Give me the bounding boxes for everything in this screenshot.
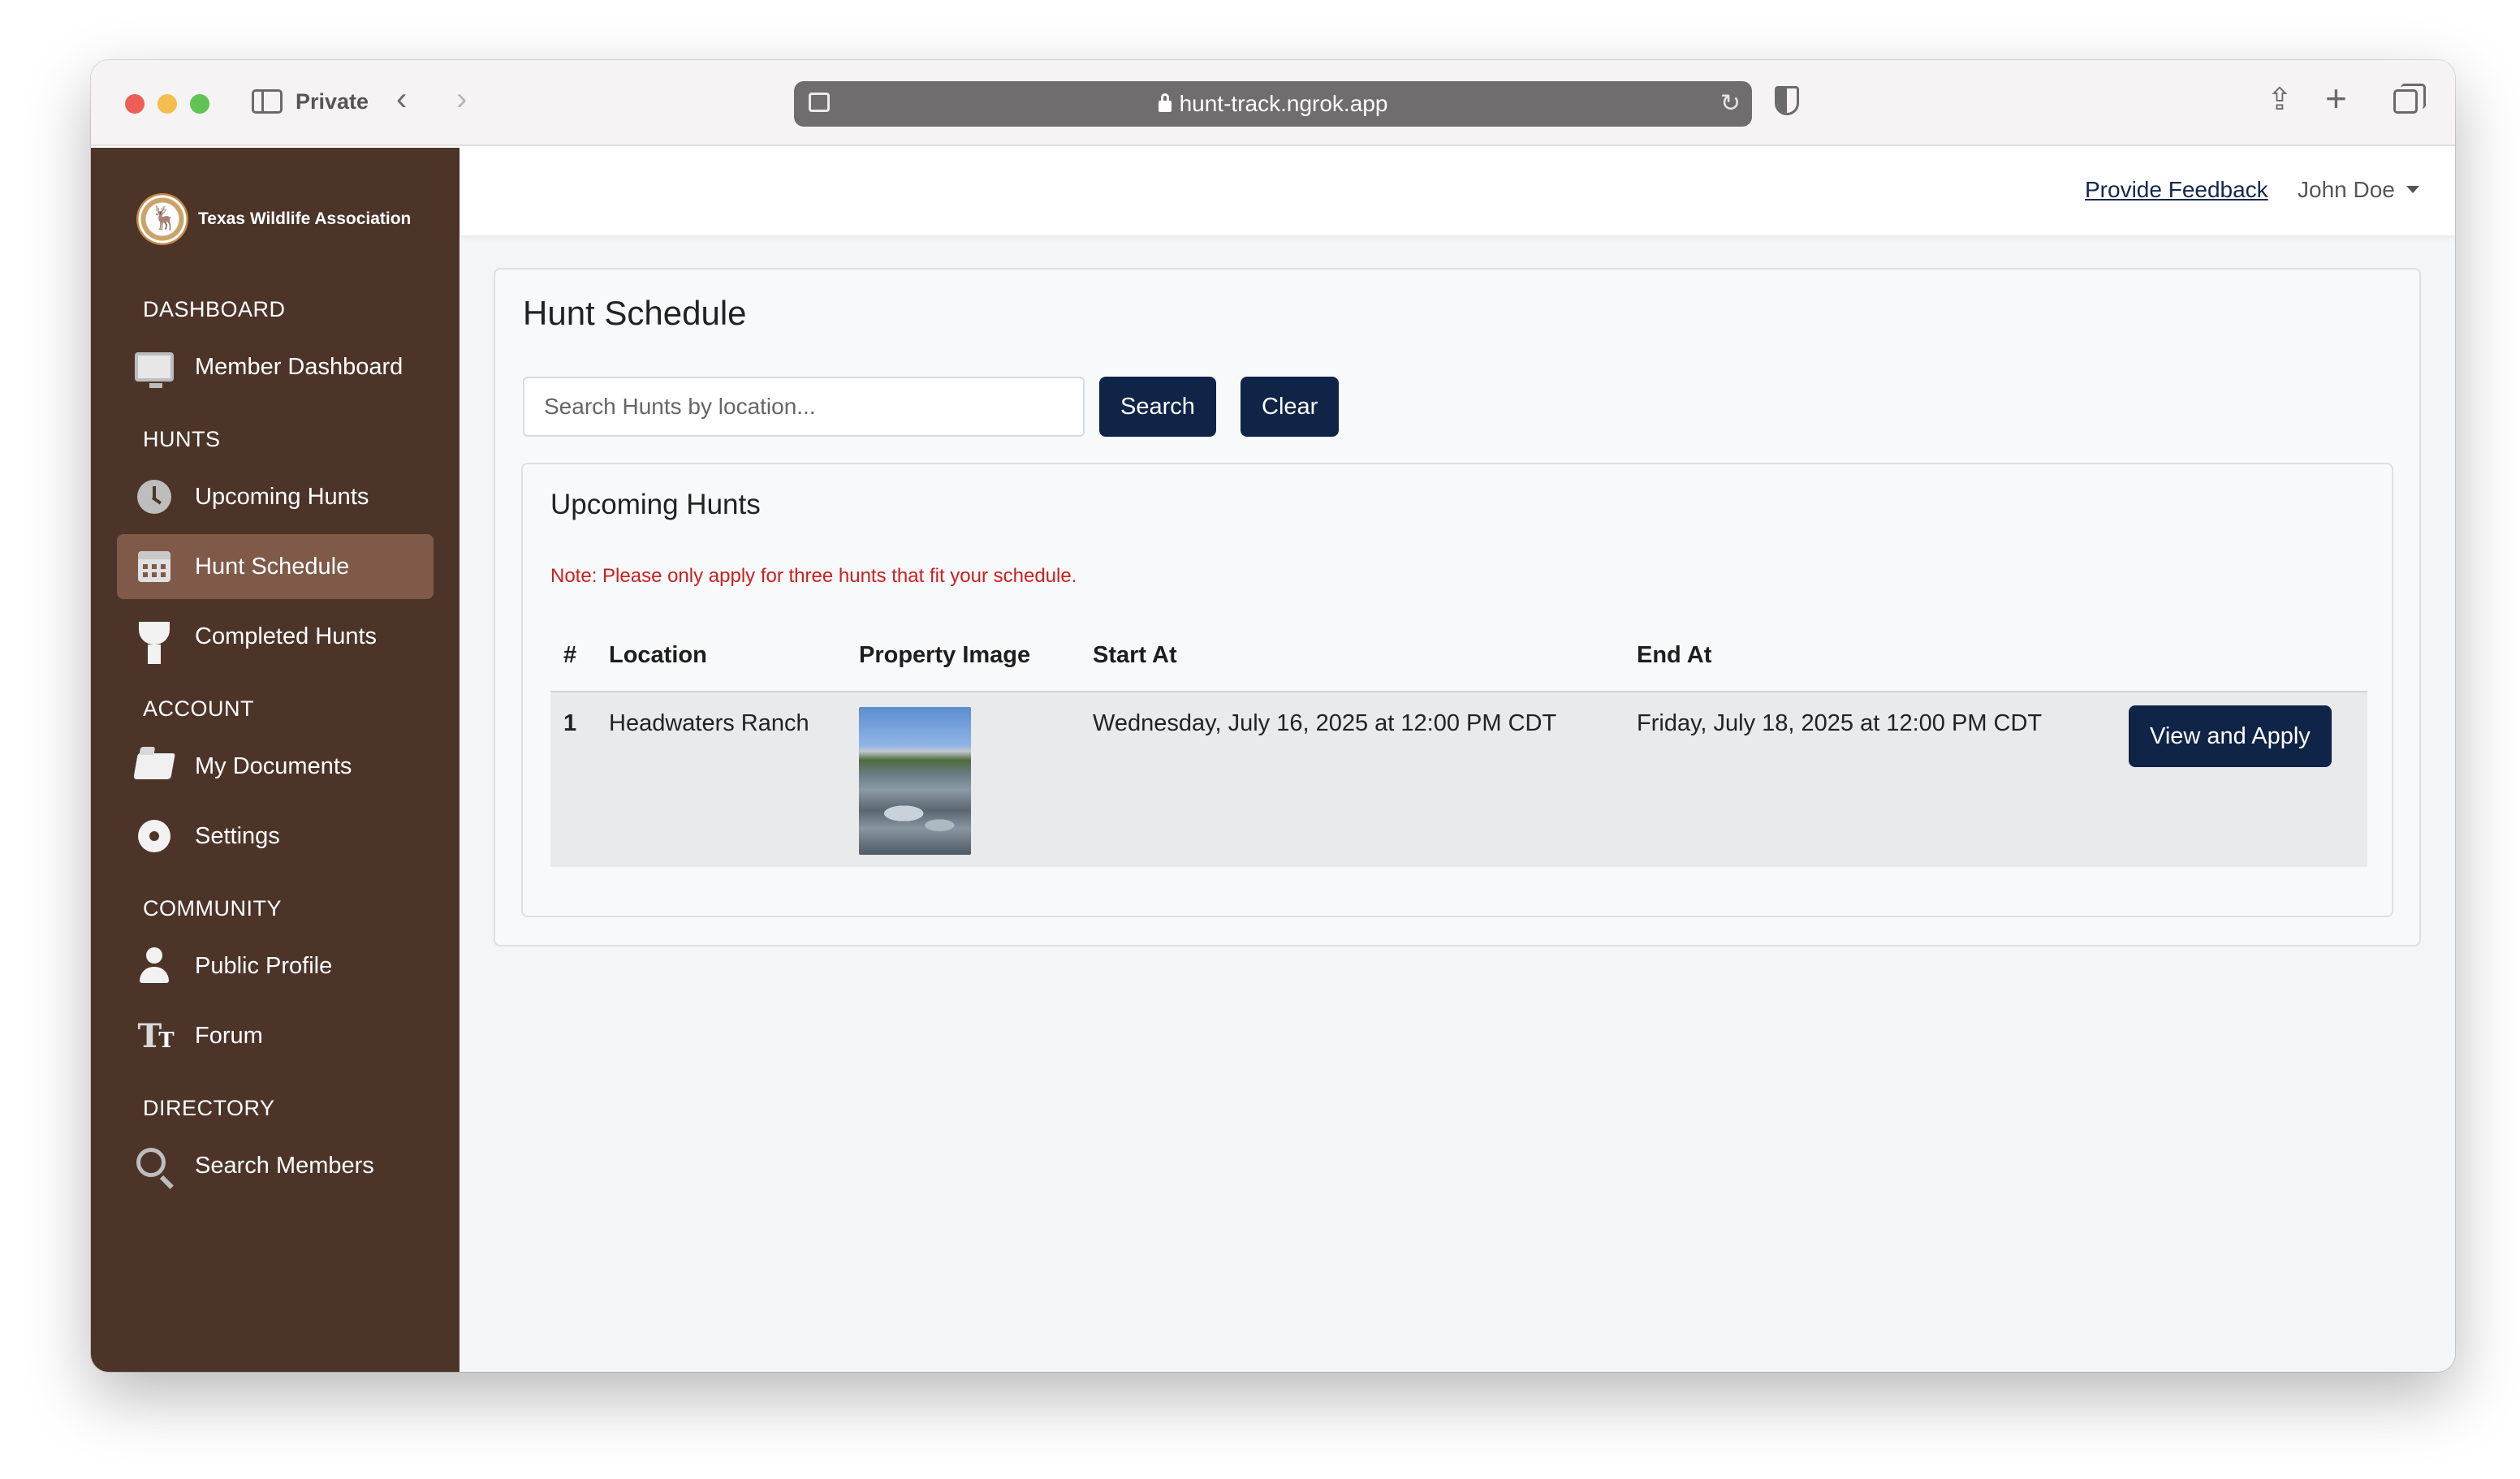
row-start-at: Wednesday, July 16, 2025 at 12:00 PM CDT bbox=[1093, 692, 1637, 867]
app-sidebar: Texas Wildlife Association DASHBOARD Mem… bbox=[91, 148, 460, 1372]
sidebar-item-hunt-schedule[interactable]: Hunt Schedule bbox=[117, 534, 434, 599]
sidebar-item-label: Search Members bbox=[195, 1152, 374, 1179]
section-header-hunts: HUNTS bbox=[143, 427, 221, 451]
sidebar-item-label: Settings bbox=[195, 822, 280, 849]
lock-icon bbox=[1158, 93, 1172, 112]
folder-icon bbox=[133, 747, 175, 786]
page-title: Hunt Schedule bbox=[523, 294, 747, 332]
top-navbar: Provide Feedback John Doe bbox=[461, 148, 2455, 235]
clear-button[interactable]: Clear bbox=[1241, 377, 1340, 437]
sidebar-item-label: Forum bbox=[195, 1022, 263, 1049]
column-header-start-at: Start At bbox=[1093, 620, 1637, 692]
minimize-window-button[interactable] bbox=[158, 94, 177, 114]
browser-window: Private ‹ › hunt-track.ngrok.app ↻ ⇪ + T… bbox=[91, 60, 2455, 1372]
clock-icon bbox=[135, 477, 174, 516]
row-action-cell: View and Apply bbox=[2112, 692, 2367, 867]
column-header-end-at: End At bbox=[1637, 620, 2112, 692]
private-label: Private bbox=[296, 89, 369, 114]
sidebar-item-my-documents[interactable]: My Documents bbox=[117, 734, 434, 799]
sidebar-item-public-profile[interactable]: Public Profile bbox=[117, 934, 434, 998]
brand-name: Texas Wildlife Association bbox=[198, 209, 412, 228]
section-header-dashboard: DASHBOARD bbox=[143, 297, 286, 321]
user-name: John Doe bbox=[2298, 177, 2395, 202]
column-header-action bbox=[2112, 620, 2367, 692]
row-property-image-cell bbox=[859, 692, 1093, 867]
trophy-icon bbox=[135, 617, 174, 664]
section-header-directory: DIRECTORY bbox=[143, 1096, 275, 1120]
monitor-icon bbox=[135, 347, 174, 388]
search-icon bbox=[135, 1146, 174, 1185]
text-size-icon: TT bbox=[137, 1016, 174, 1055]
forward-arrow-icon[interactable]: › bbox=[456, 81, 467, 118]
hunt-schedule-card: Hunt Schedule Search Clear Upcoming Hunt… bbox=[494, 268, 2421, 946]
brand[interactable]: Texas Wildlife Association bbox=[136, 192, 411, 247]
column-header-number: # bbox=[550, 620, 609, 692]
brand-logo bbox=[136, 193, 188, 245]
close-window-button[interactable] bbox=[125, 94, 145, 114]
sidebar-item-label: Completed Hunts bbox=[195, 623, 378, 649]
caret-down-icon bbox=[2406, 186, 2419, 193]
sidebar-item-upcoming-hunts[interactable]: Upcoming Hunts bbox=[117, 464, 434, 529]
new-tab-icon[interactable]: + bbox=[2325, 76, 2347, 120]
zoom-window-button[interactable] bbox=[190, 94, 209, 114]
search-input[interactable] bbox=[523, 377, 1085, 437]
provide-feedback-link[interactable]: Provide Feedback bbox=[2085, 177, 2268, 203]
gear-icon bbox=[135, 817, 174, 856]
sidebar-item-completed-hunts[interactable]: Completed Hunts bbox=[117, 604, 434, 669]
reload-icon[interactable]: ↻ bbox=[1720, 89, 1741, 118]
main-content: Provide Feedback John Doe Hunt Schedule … bbox=[461, 148, 2455, 1372]
table-row: 1 Headwaters Ranch Wednesday, July 16, 2… bbox=[550, 692, 2367, 867]
user-menu-dropdown[interactable]: John Doe bbox=[2298, 177, 2419, 203]
sidebar-item-settings[interactable]: Settings bbox=[117, 804, 434, 869]
row-location: Headwaters Ranch bbox=[609, 692, 859, 867]
sidebar-toggle-icon[interactable] bbox=[252, 89, 283, 114]
shield-icon[interactable] bbox=[1775, 86, 1799, 115]
person-icon bbox=[135, 946, 174, 985]
upcoming-hunts-card: Upcoming Hunts Note: Please only apply f… bbox=[521, 463, 2393, 917]
sidebar-item-label: Upcoming Hunts bbox=[195, 483, 369, 510]
url-text: hunt-track.ngrok.app bbox=[1179, 91, 1388, 116]
sidebar-item-member-dashboard[interactable]: Member Dashboard bbox=[117, 334, 434, 399]
share-icon[interactable]: ⇪ bbox=[2267, 81, 2293, 118]
hunts-table: # Location Property Image Start At End A… bbox=[550, 620, 2367, 867]
section-header-community: COMMUNITY bbox=[143, 896, 282, 921]
sidebar-item-forum[interactable]: TT Forum bbox=[117, 1003, 434, 1068]
sidebar-item-label: Public Profile bbox=[195, 952, 333, 979]
calendar-icon bbox=[135, 547, 174, 586]
row-number: 1 bbox=[550, 692, 609, 867]
sidebar-item-label: Member Dashboard bbox=[195, 353, 403, 380]
address-bar[interactable]: hunt-track.ngrok.app ↻ bbox=[794, 81, 1752, 127]
property-image[interactable] bbox=[859, 707, 971, 855]
search-button[interactable]: Search bbox=[1099, 377, 1216, 437]
column-header-location: Location bbox=[609, 620, 859, 692]
browser-toolbar: Private ‹ › hunt-track.ngrok.app ↻ ⇪ + bbox=[91, 60, 2455, 146]
tab-overview-icon[interactable] bbox=[2393, 84, 2426, 114]
sidebar-item-label: Hunt Schedule bbox=[195, 553, 350, 580]
upcoming-hunts-title: Upcoming Hunts bbox=[550, 489, 761, 520]
view-and-apply-button[interactable]: View and Apply bbox=[2129, 705, 2332, 767]
application-note: Note: Please only apply for three hunts … bbox=[550, 565, 1077, 587]
section-header-account: ACCOUNT bbox=[143, 696, 254, 721]
row-end-at: Friday, July 18, 2025 at 12:00 PM CDT bbox=[1637, 692, 2112, 867]
sidebar-item-label: My Documents bbox=[195, 752, 352, 779]
column-header-property-image: Property Image bbox=[859, 620, 1093, 692]
table-header-row: # Location Property Image Start At End A… bbox=[550, 620, 2367, 692]
url-display[interactable]: hunt-track.ngrok.app bbox=[794, 91, 1752, 117]
back-arrow-icon[interactable]: ‹ bbox=[396, 81, 407, 118]
sidebar-item-search-members[interactable]: Search Members bbox=[117, 1133, 434, 1198]
